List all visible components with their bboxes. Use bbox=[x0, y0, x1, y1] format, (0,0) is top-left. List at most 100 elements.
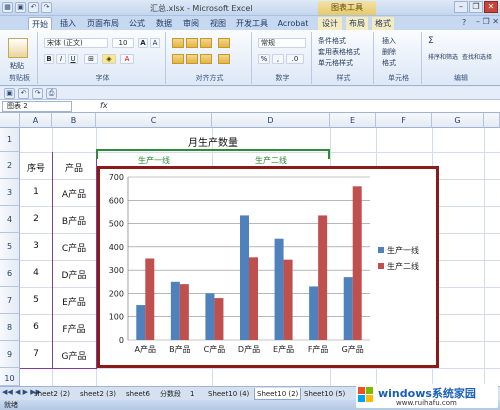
column-header-c[interactable]: C bbox=[96, 113, 212, 128]
conditional-format-button[interactable]: 条件格式 bbox=[318, 36, 346, 46]
tab-developer[interactable]: 开发工具 bbox=[234, 17, 270, 30]
align-bottom-icon[interactable] bbox=[200, 38, 212, 48]
shrink-font-button[interactable]: A bbox=[150, 38, 160, 48]
embedded-chart[interactable]: 0 100 200 300 400 500 600 700 A产品 B产品 C产品 D产品 E产品 F产品… bbox=[97, 166, 439, 368]
help-icon[interactable]: ? bbox=[462, 18, 466, 27]
chart-canvas[interactable]: 0 100 200 300 400 500 600 700 A产品 B产品 C产品 D产品 E产品 F产品… bbox=[100, 169, 436, 365]
cell-seq[interactable]: 1 bbox=[20, 187, 52, 197]
tab-design[interactable]: 设计 bbox=[318, 17, 342, 30]
paste-icon[interactable] bbox=[8, 38, 28, 58]
sort-filter-button[interactable]: 排序和筛选 bbox=[428, 52, 460, 61]
sheet-tab[interactable]: sheet2 (3) bbox=[80, 388, 116, 400]
row-header-6[interactable]: 6 bbox=[0, 260, 20, 287]
merge-center-icon[interactable] bbox=[218, 54, 230, 64]
align-left-icon[interactable] bbox=[172, 54, 184, 64]
font-size-select[interactable]: 10 bbox=[112, 38, 134, 48]
redo-icon[interactable]: ↷ bbox=[41, 2, 52, 13]
align-center-icon[interactable] bbox=[186, 54, 198, 64]
grow-font-button[interactable]: A bbox=[138, 38, 148, 48]
column-header-a[interactable]: A bbox=[20, 113, 52, 128]
tab-view[interactable]: 视图 bbox=[207, 17, 229, 30]
number-format-select[interactable]: 常规 bbox=[258, 38, 306, 48]
format-cells-button[interactable]: 格式 bbox=[382, 58, 396, 68]
column-header-f[interactable]: F bbox=[376, 113, 432, 128]
column-header-d[interactable]: D bbox=[212, 113, 330, 128]
row-header-10[interactable]: 10 bbox=[0, 368, 20, 386]
workbook-minimize-icon[interactable]: – ❐ ✕ bbox=[476, 17, 499, 26]
decimal-icon[interactable]: .0 bbox=[286, 54, 304, 64]
align-right-icon[interactable] bbox=[200, 54, 212, 64]
row-header-9[interactable]: 9 bbox=[0, 341, 20, 368]
font-color-icon[interactable]: A bbox=[120, 54, 134, 64]
align-top-icon[interactable] bbox=[172, 38, 184, 48]
sheet-tab[interactable]: 1 bbox=[190, 388, 194, 400]
cell-seq[interactable]: 5 bbox=[20, 295, 52, 305]
cell-product[interactable]: G产品 bbox=[52, 349, 96, 362]
tab-layout[interactable]: 布局 bbox=[346, 17, 368, 30]
row-header-3[interactable]: 3 bbox=[0, 179, 20, 206]
font-name-select[interactable]: 宋体 (正文) bbox=[44, 38, 108, 48]
cell-styles-button[interactable]: 单元格样式 bbox=[318, 58, 353, 68]
column-header-g[interactable]: G bbox=[432, 113, 484, 128]
tab-insert[interactable]: 插入 bbox=[56, 17, 80, 30]
align-middle-icon[interactable] bbox=[186, 38, 198, 48]
tab-data[interactable]: 数据 bbox=[153, 17, 175, 30]
cell-seq[interactable]: 2 bbox=[20, 214, 52, 224]
print-icon[interactable]: ⎙ bbox=[46, 88, 57, 99]
undo-small-icon[interactable]: ↶ bbox=[18, 88, 29, 99]
minimize-icon[interactable]: – bbox=[454, 1, 468, 13]
cell-product[interactable]: A产品 bbox=[52, 187, 96, 200]
fx-icon[interactable]: fx bbox=[100, 101, 108, 110]
sheet-tab[interactable]: Sheet10 (4) bbox=[208, 388, 249, 400]
wrap-text-icon[interactable] bbox=[218, 38, 230, 48]
sheet-tab[interactable]: 分数段 bbox=[160, 388, 181, 400]
formula-input[interactable] bbox=[116, 101, 496, 112]
tab-page-layout[interactable]: 页面布局 bbox=[85, 17, 121, 30]
comma-button[interactable]: , bbox=[272, 54, 284, 64]
redo-small-icon[interactable]: ↷ bbox=[32, 88, 43, 99]
cell-seq[interactable]: 4 bbox=[20, 268, 52, 278]
cell-seq[interactable]: 6 bbox=[20, 322, 52, 332]
cell-product[interactable]: B产品 bbox=[52, 214, 96, 227]
name-box[interactable]: 图表 2 bbox=[2, 101, 72, 112]
sheet-tab[interactable]: Sheet10 (5) bbox=[304, 388, 345, 400]
cell-product[interactable]: E产品 bbox=[52, 295, 96, 308]
office-logo-icon[interactable]: ▦ bbox=[2, 2, 13, 13]
delete-cells-button[interactable]: 删除 bbox=[382, 47, 396, 57]
row-header-4[interactable]: 4 bbox=[0, 206, 20, 233]
save-icon[interactable]: ▣ bbox=[15, 2, 26, 13]
insert-cells-button[interactable]: 插入 bbox=[382, 36, 396, 46]
tab-home[interactable]: 开始 bbox=[28, 17, 52, 30]
paste-label[interactable]: 粘贴 bbox=[10, 61, 24, 71]
cell-seq[interactable]: 7 bbox=[20, 349, 52, 359]
column-header-b[interactable]: B bbox=[52, 113, 96, 128]
italic-button[interactable]: I bbox=[56, 54, 66, 64]
cell-seq[interactable]: 3 bbox=[20, 241, 52, 251]
row-header-2[interactable]: 2 bbox=[0, 152, 20, 179]
border-icon[interactable]: ⊞ bbox=[84, 54, 98, 64]
restore-icon[interactable]: ❐ bbox=[469, 1, 483, 13]
row-header-1[interactable]: 1 bbox=[0, 128, 20, 152]
cell-product[interactable]: F产品 bbox=[52, 322, 96, 335]
sheet-tab[interactable]: sheet6 bbox=[126, 388, 150, 400]
row-header-7[interactable]: 7 bbox=[0, 287, 20, 314]
select-all-corner[interactable] bbox=[0, 113, 20, 128]
sheet-tab[interactable]: sheet2 (2) bbox=[34, 388, 70, 400]
undo-icon[interactable]: ↶ bbox=[28, 2, 39, 13]
save-small-icon[interactable]: ▣ bbox=[4, 88, 15, 99]
column-header-h[interactable] bbox=[484, 113, 500, 128]
row-header-5[interactable]: 5 bbox=[0, 233, 20, 260]
row-header-8[interactable]: 8 bbox=[0, 314, 20, 341]
autosum-button[interactable]: Σ bbox=[428, 36, 434, 46]
cell-product[interactable]: C产品 bbox=[52, 241, 96, 254]
fill-color-icon[interactable]: ◈ bbox=[102, 54, 116, 64]
tab-format[interactable]: 格式 bbox=[372, 17, 394, 30]
tab-review[interactable]: 审阅 bbox=[180, 17, 202, 30]
close-icon[interactable]: ✕ bbox=[484, 1, 498, 13]
find-select-button[interactable]: 查找和选择 bbox=[462, 52, 494, 61]
bold-button[interactable]: B bbox=[44, 54, 54, 64]
cell-product[interactable]: D产品 bbox=[52, 268, 96, 281]
format-as-table-button[interactable]: 套用表格格式 bbox=[318, 47, 360, 57]
underline-button[interactable]: U bbox=[68, 54, 78, 64]
percent-button[interactable]: % bbox=[258, 54, 270, 64]
